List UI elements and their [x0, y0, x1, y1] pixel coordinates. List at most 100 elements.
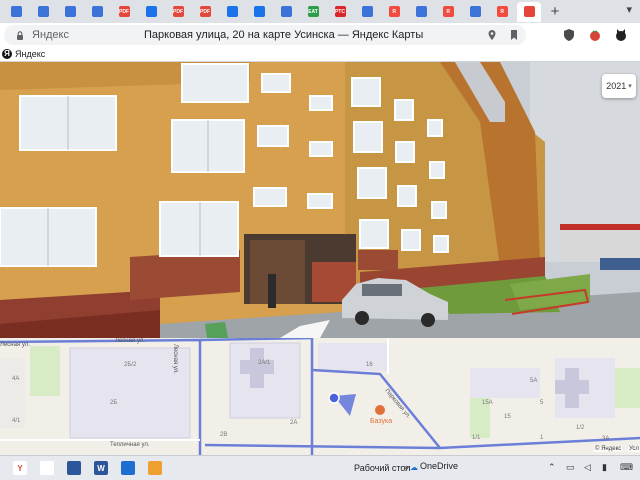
- bookmark-yandex[interactable]: Яндекс: [15, 49, 45, 59]
- browser-tab[interactable]: [409, 2, 433, 22]
- mail-icon: [145, 6, 157, 17]
- browser-tab[interactable]: Я: [436, 2, 460, 22]
- bookmark-icon: [10, 6, 22, 17]
- app-taskbar-icon[interactable]: [148, 461, 162, 475]
- yandex-icon: Я: [388, 6, 400, 17]
- network-icon[interactable]: ▭: [566, 462, 575, 473]
- bookmark-icon: [64, 6, 76, 17]
- house-number: 5А: [530, 378, 538, 384]
- bookmark-star-icon[interactable]: [510, 30, 518, 40]
- house-number: 2Б: [110, 400, 118, 406]
- house-number: 4/1: [12, 418, 21, 424]
- street-label-teplichnaya: Тепличная ул.: [110, 442, 150, 448]
- browser-tab[interactable]: [247, 2, 271, 22]
- browser-tab[interactable]: [139, 2, 163, 22]
- tab-menu-icon[interactable]: ▾: [626, 3, 632, 16]
- house-number: 2В: [220, 432, 228, 438]
- lock-icon: [17, 31, 23, 40]
- doc-icon: [280, 6, 292, 17]
- mini-map[interactable]: Лесная ул. Лесная ул. Лесная ул. Паркова…: [0, 338, 640, 455]
- browser-tab[interactable]: EAT: [301, 2, 325, 22]
- onedrive-label[interactable]: OneDrive: [420, 461, 458, 471]
- house-number: 1: [540, 435, 544, 441]
- browser-tab[interactable]: PDF: [112, 2, 136, 22]
- chevron-down-icon: ▾: [628, 83, 632, 90]
- doc-icon: [415, 6, 427, 17]
- desktop-toolbar-label[interactable]: Рабочий стол: [354, 463, 411, 473]
- calculator-taskbar-icon[interactable]: [67, 461, 81, 475]
- browser-tab[interactable]: РТС: [328, 2, 352, 22]
- doc-icon: [361, 6, 373, 17]
- pdf-icon: PDF: [118, 6, 130, 17]
- house-number: 1/1: [472, 435, 481, 441]
- browser-tab[interactable]: [31, 2, 55, 22]
- poi-label[interactable]: Базука: [370, 418, 392, 425]
- house-number: 2А/1: [258, 360, 271, 366]
- photos-taskbar-icon[interactable]: [121, 461, 135, 475]
- street-panorama[interactable]: 2021 ▾: [0, 62, 640, 338]
- browser-tab[interactable]: Я: [382, 2, 406, 22]
- eat-icon: EAT: [307, 6, 319, 17]
- yandex-icon: Я: [442, 6, 454, 17]
- expand-arrow-icon[interactable]: »: [404, 462, 409, 472]
- map-attribution[interactable]: © Яндекс: [594, 446, 623, 452]
- tray-chevron-icon[interactable]: ⌃: [548, 462, 556, 473]
- chrome-taskbar-icon[interactable]: [40, 461, 54, 475]
- browser-tab[interactable]: [58, 2, 82, 22]
- browser-tab[interactable]: [463, 2, 487, 22]
- street-label-lesnaya-vertical: Лесная ул.: [172, 344, 178, 374]
- street-label-lesnaya-left: Лесная ул.: [0, 342, 30, 348]
- mail-icon: [253, 6, 265, 17]
- page-title: Парковая улица, 20 на карте Усинска — Ян…: [144, 29, 424, 41]
- map-canvas: [0, 338, 640, 455]
- year-label: 2021: [606, 81, 627, 91]
- house-number: 15А: [482, 400, 493, 406]
- mail-icon: [226, 6, 238, 17]
- house-number: 2Б/2: [124, 362, 137, 368]
- house-number: 5: [540, 400, 544, 406]
- browser-tab[interactable]: [220, 2, 244, 22]
- browser-tab[interactable]: PDF: [193, 2, 217, 22]
- house-number: 16: [366, 362, 373, 368]
- house-number: 15: [504, 414, 511, 420]
- browser-tab[interactable]: [517, 1, 541, 22]
- browser-toolbar: Яндекс Парковая улица, 20 на карте Усинс…: [0, 23, 640, 47]
- browser-tab[interactable]: Я: [490, 2, 514, 22]
- tab-strip: PDF PDF PDF EAT РТС Я Я Я + ▾: [0, 0, 640, 23]
- yandex-logo-icon: Я: [2, 49, 12, 59]
- tabs-container: PDF PDF PDF EAT РТС Я Я Я: [4, 1, 544, 22]
- bookmark-icon: [37, 6, 49, 17]
- extension-tomato-icon[interactable]: [588, 28, 602, 42]
- rtc-icon: РТС: [334, 6, 346, 17]
- map-conditions-link[interactable]: Усл: [628, 446, 640, 452]
- year-selector[interactable]: 2021 ▾: [602, 74, 636, 98]
- new-tab-button[interactable]: +: [546, 3, 564, 21]
- pdf-icon: PDF: [172, 6, 184, 17]
- browser-tab[interactable]: [274, 2, 298, 22]
- volume-icon[interactable]: ◁: [584, 462, 591, 473]
- yandex-browser-taskbar-icon[interactable]: Y: [13, 461, 27, 475]
- street-label-lesnaya-top: Лесная ул.: [115, 338, 145, 344]
- taskbar-apps: YW: [0, 461, 162, 475]
- address-bar[interactable]: Яндекс Парковая улица, 20 на карте Усинс…: [4, 25, 526, 45]
- word-taskbar-icon[interactable]: W: [94, 461, 108, 475]
- house-number: 2А: [290, 420, 298, 426]
- extension-cat-icon[interactable]: [614, 28, 628, 42]
- browser-tab[interactable]: [355, 2, 379, 22]
- panorama-image: [0, 62, 640, 338]
- yandex-icon: Я: [496, 6, 508, 17]
- house-number: 3А: [602, 436, 610, 442]
- map-pin-icon: [523, 6, 535, 17]
- onedrive-cloud-icon: ☁: [410, 463, 418, 472]
- extension-shield-icon[interactable]: [562, 28, 576, 42]
- browser-tab[interactable]: [4, 2, 28, 22]
- windows-taskbar: YW Рабочий стол » ☁ OneDrive ⌃ ▭ ◁ ▮ ⌨: [0, 455, 640, 480]
- house-number: 1/2: [576, 425, 585, 431]
- site-name: Яндекс: [32, 29, 69, 41]
- location-icon[interactable]: [488, 30, 496, 40]
- battery-icon[interactable]: ▮: [602, 462, 607, 473]
- browser-tab[interactable]: PDF: [166, 2, 190, 22]
- keyboard-layout-icon[interactable]: ⌨: [620, 462, 633, 473]
- browser-tab[interactable]: [85, 2, 109, 22]
- bookmarks-bar: Я Яндекс: [0, 47, 640, 62]
